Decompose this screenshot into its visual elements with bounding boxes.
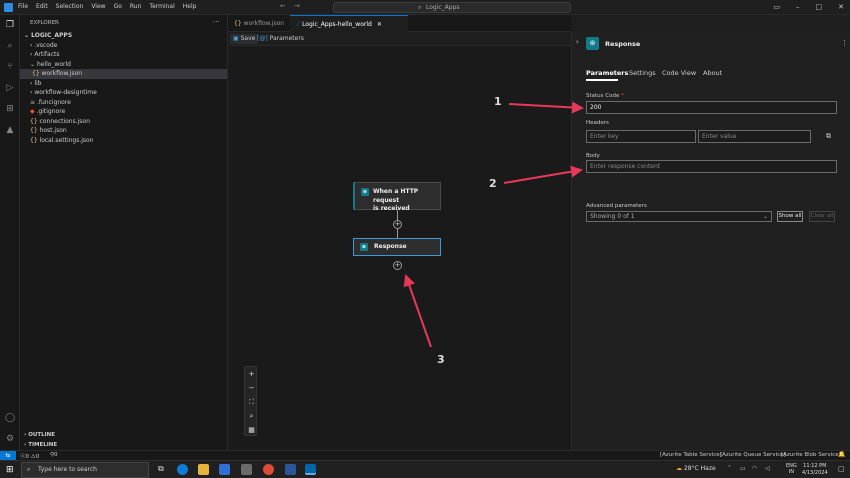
taskbar-search-box[interactable]: ⌕ Type here to search [21, 462, 149, 478]
clock[interactable]: 11:12 PM 4/13/2024 [802, 463, 828, 476]
volume-icon[interactable]: ◁ [765, 465, 770, 472]
language-indicator[interactable]: ENG IN [786, 463, 797, 475]
chrome-icon[interactable] [263, 464, 274, 475]
azurite-blob-status[interactable]: [Azurite Blob Service] [781, 452, 841, 458]
annotation-arrow-3 [403, 274, 432, 348]
annotation-number-3: 3 [437, 353, 445, 366]
file-explorer-icon[interactable] [198, 464, 209, 475]
ports-indicator[interactable]: ⚲0 [50, 452, 58, 458]
action-center-icon[interactable]: ▢ [838, 465, 845, 473]
weather-haze-icon: ☁ [676, 465, 682, 472]
tray-chevron-icon[interactable]: ˄ [728, 465, 731, 472]
word-icon[interactable] [285, 464, 296, 475]
windows-taskbar: ⊞ ⌕ Type here to search ⧉ ☁ 28°C Haze ˄ … [0, 460, 850, 478]
wifi-icon[interactable]: ◠ [752, 465, 757, 472]
annotation-arrow-1 [508, 101, 584, 114]
vscode-taskbar-icon[interactable] [305, 464, 316, 475]
task-view-icon[interactable]: ⧉ [158, 464, 164, 474]
edge-browser-icon[interactable] [177, 464, 188, 475]
annotation-overlay [403, 101, 584, 348]
network-icon[interactable]: ▭ [740, 465, 746, 472]
windows-start-icon[interactable]: ⊞ [6, 465, 16, 475]
photos-icon[interactable] [241, 464, 252, 475]
annotation-number-1: 1 [494, 95, 502, 108]
weather-widget[interactable]: ☁ 28°C Haze [676, 465, 716, 472]
azurite-table-status[interactable]: [Azurite Table Service] [660, 452, 722, 458]
annotation-number-2: 2 [489, 177, 497, 190]
remote-indicator-icon[interactable]: ⇆ [0, 451, 16, 460]
search-icon: ⌕ [27, 466, 31, 473]
problems-indicator[interactable]: ⓧ0 ⚠0 [20, 452, 39, 460]
azurite-queue-status[interactable]: [Azurite Queue Service] [720, 452, 786, 458]
notifications-bell-icon[interactable]: 🔔 [838, 451, 845, 458]
mail-icon[interactable] [219, 464, 230, 475]
annotation-arrow-2 [503, 165, 583, 184]
status-bar: ⇆ ⓧ0 ⚠0 ⚲0 [Azurite Table Service] [Azur… [0, 450, 850, 460]
